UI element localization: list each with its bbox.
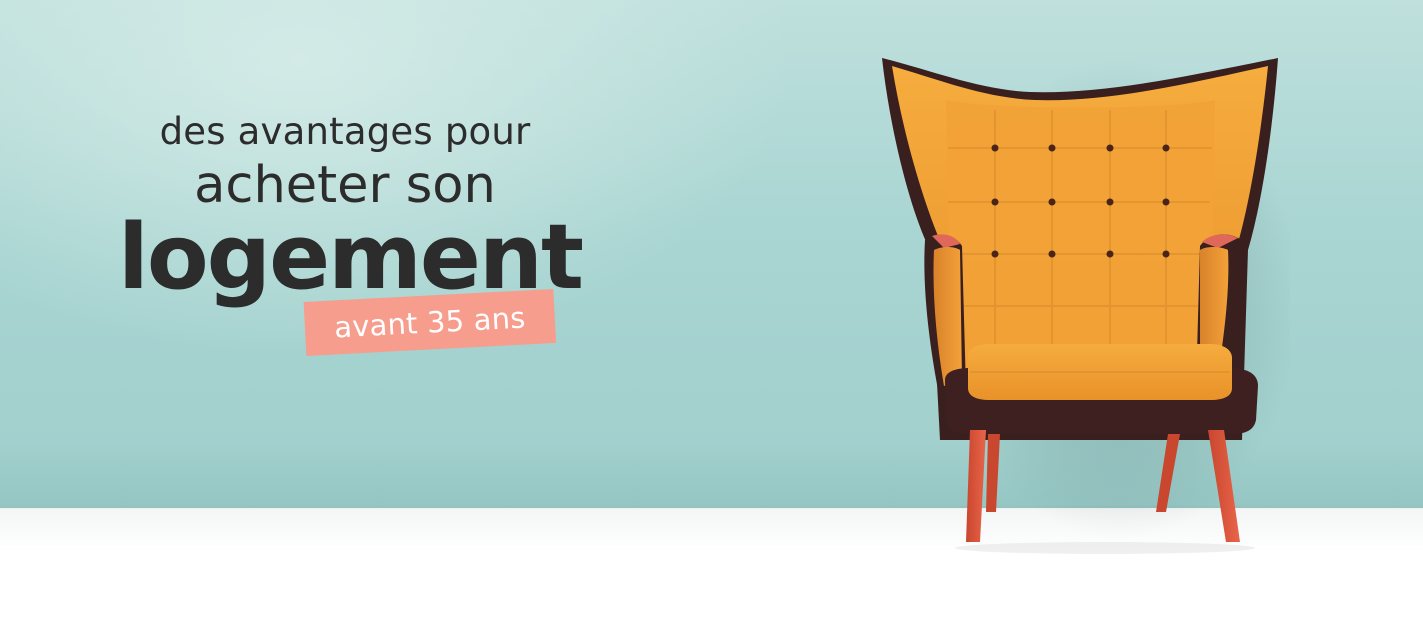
chair-leg-front-left (966, 430, 986, 542)
age-badge-label: avant 35 ans (333, 300, 527, 345)
hero-banner: des avantages pour acheter son logement … (0, 0, 1423, 620)
chair-inner-back (946, 100, 1215, 380)
headline-line-1: des avantages pour (159, 110, 531, 153)
armchair-illustration (882, 58, 1290, 554)
headline: des avantages pour acheter son logement (70, 108, 630, 306)
chair-leg-back-left (986, 434, 1000, 512)
